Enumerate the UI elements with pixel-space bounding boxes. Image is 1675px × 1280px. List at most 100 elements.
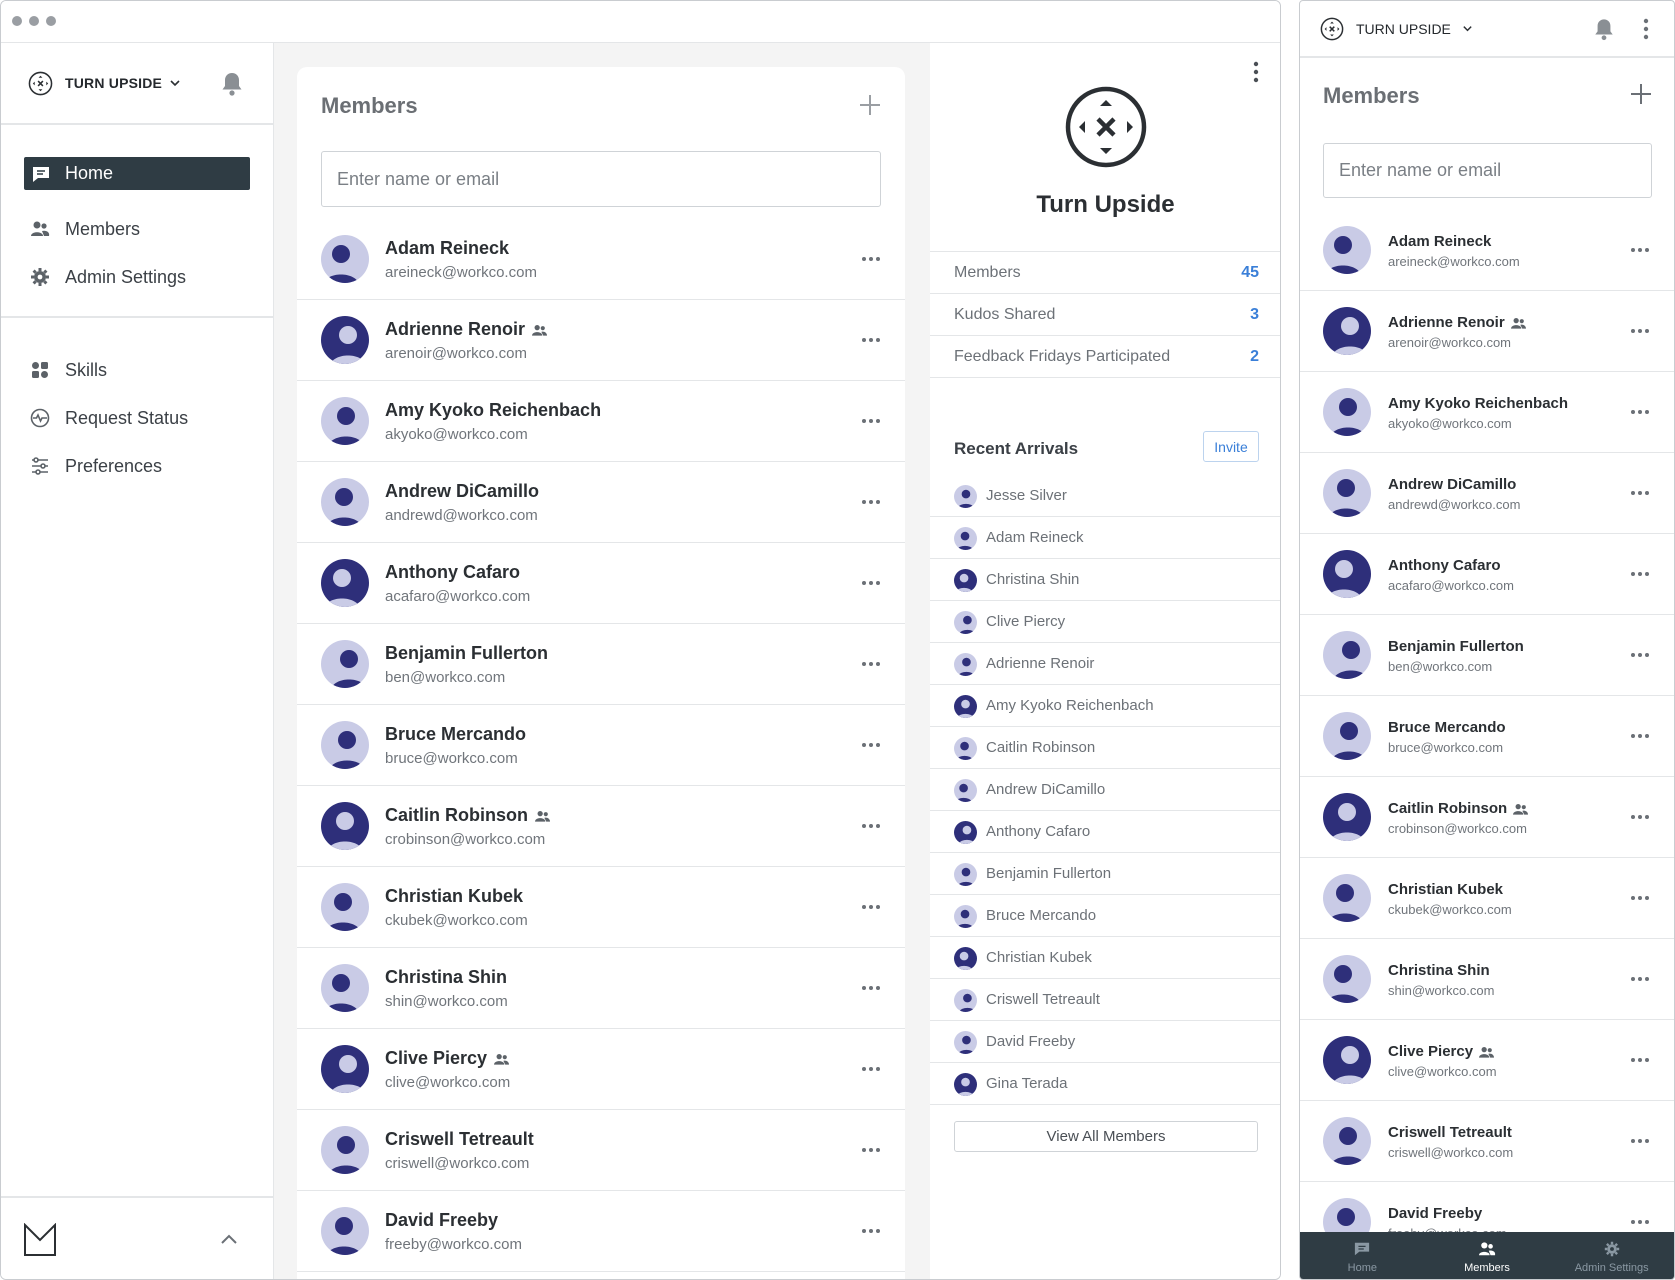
member-row[interactable]: Bruce Mercando bruce@workco.com [297, 705, 905, 786]
arrival-row[interactable]: Criswell Tetreault [930, 979, 1280, 1021]
search-input[interactable] [1323, 143, 1652, 198]
org-switcher[interactable]: TURN UPSIDE [1, 43, 273, 125]
avatar[interactable] [321, 883, 369, 931]
member-row[interactable]: Benjamin Fullerton ben@workco.com [1300, 615, 1674, 696]
member-row[interactable]: Amy Kyoko Reichenbach akyoko@workco.com [1300, 372, 1674, 453]
view-all-members-button[interactable]: View All Members [954, 1121, 1258, 1152]
more-vertical-icon[interactable] [1643, 18, 1649, 40]
more-horizontal-icon[interactable] [859, 895, 883, 919]
member-row[interactable]: Clive Piercy clive@workco.com [1300, 1020, 1674, 1101]
more-horizontal-icon[interactable] [1628, 886, 1652, 910]
avatar[interactable] [1323, 712, 1371, 760]
avatar[interactable] [1323, 1117, 1371, 1165]
arrival-row[interactable]: Benjamin Fullerton [930, 853, 1280, 895]
avatar[interactable] [321, 964, 369, 1012]
avatar[interactable] [1323, 469, 1371, 517]
member-row[interactable]: Adrienne Renoir arenoir@workco.com [297, 300, 905, 381]
avatar[interactable] [321, 1207, 369, 1255]
member-row[interactable]: Criswell Tetreault criswell@workco.com [1300, 1101, 1674, 1182]
more-horizontal-icon[interactable] [1628, 481, 1652, 505]
member-row[interactable]: Adam Reineck areineck@workco.com [1300, 210, 1674, 291]
nav-item-members[interactable]: Members [1, 205, 273, 253]
nav-item-request-status[interactable]: Request Status [1, 394, 273, 442]
arrival-row[interactable]: Adam Reineck [930, 517, 1280, 559]
member-row[interactable]: Amy Kyoko Reichenbach akyoko@workco.com [297, 381, 905, 462]
member-row[interactable]: Adam Reineck areineck@workco.com [297, 219, 905, 300]
member-row[interactable]: Anthony Cafaro acafaro@workco.com [1300, 534, 1674, 615]
arrival-row[interactable]: Gina Terada [930, 1063, 1280, 1105]
avatar[interactable] [1323, 1036, 1371, 1084]
chevron-down-icon[interactable] [1462, 23, 1473, 34]
org-logo-icon[interactable] [1320, 17, 1344, 41]
arrival-row[interactable]: Christian Kubek [930, 937, 1280, 979]
member-row[interactable]: Christian Kubek ckubek@workco.com [297, 867, 905, 948]
stat-value[interactable]: 45 [1241, 264, 1259, 282]
avatar[interactable] [1323, 550, 1371, 598]
avatar[interactable] [1323, 307, 1371, 355]
member-row[interactable]: Caitlin Robinson crobinson@workco.com [1300, 777, 1674, 858]
member-row[interactable]: Bruce Mercando bruce@workco.com [1300, 696, 1674, 777]
more-horizontal-icon[interactable] [859, 733, 883, 757]
more-horizontal-icon[interactable] [1628, 643, 1652, 667]
more-horizontal-icon[interactable] [859, 1138, 883, 1162]
avatar[interactable] [1323, 226, 1371, 274]
more-horizontal-icon[interactable] [1628, 1210, 1652, 1234]
member-row[interactable]: David Freeby freeby@workco.com [297, 1191, 905, 1272]
arrival-row[interactable]: Andrew DiCamillo [930, 769, 1280, 811]
avatar[interactable] [321, 721, 369, 769]
arrival-row[interactable]: Anthony Cafaro [930, 811, 1280, 853]
avatar[interactable] [1323, 388, 1371, 436]
more-horizontal-icon[interactable] [1628, 562, 1652, 586]
nav-item-preferences[interactable]: Preferences [1, 442, 273, 490]
member-row[interactable]: Caitlin Robinson crobinson@workco.com [297, 786, 905, 867]
more-horizontal-icon[interactable] [859, 976, 883, 1000]
member-row[interactable]: Clive Piercy clive@workco.com [297, 1029, 905, 1110]
avatar[interactable] [321, 235, 369, 283]
more-horizontal-icon[interactable] [1628, 400, 1652, 424]
tab-members[interactable]: Members [1425, 1232, 1550, 1279]
more-horizontal-icon[interactable] [859, 814, 883, 838]
avatar[interactable] [1323, 793, 1371, 841]
more-horizontal-icon[interactable] [859, 652, 883, 676]
avatar[interactable] [321, 640, 369, 688]
add-member-button[interactable] [857, 92, 883, 118]
more-horizontal-icon[interactable] [1628, 1129, 1652, 1153]
avatar[interactable] [1323, 874, 1371, 922]
more-horizontal-icon[interactable] [859, 1057, 883, 1081]
org-name[interactable]: TURN UPSIDE [1356, 21, 1451, 37]
more-horizontal-icon[interactable] [859, 1219, 883, 1243]
bell-icon[interactable] [220, 71, 244, 97]
bell-icon[interactable] [1593, 17, 1615, 42]
avatar[interactable] [321, 478, 369, 526]
chevron-up-icon[interactable] [219, 1232, 239, 1246]
avatar[interactable] [1323, 631, 1371, 679]
more-horizontal-icon[interactable] [1628, 724, 1652, 748]
nav-item-skills[interactable]: Skills [1, 346, 273, 394]
arrival-row[interactable]: Adrienne Renoir [930, 643, 1280, 685]
arrival-row[interactable]: Amy Kyoko Reichenbach [930, 685, 1280, 727]
member-row[interactable]: Criswell Tetreault criswell@workco.com [297, 1110, 905, 1191]
arrival-row[interactable]: David Freeby [930, 1021, 1280, 1063]
search-input[interactable] [321, 151, 881, 207]
avatar[interactable] [321, 1126, 369, 1174]
member-row[interactable]: Anthony Cafaro acafaro@workco.com [297, 543, 905, 624]
more-horizontal-icon[interactable] [859, 328, 883, 352]
add-member-button[interactable] [1629, 82, 1653, 106]
stat-value[interactable]: 3 [1250, 306, 1259, 324]
more-horizontal-icon[interactable] [1628, 238, 1652, 262]
more-horizontal-icon[interactable] [859, 490, 883, 514]
nav-item-home[interactable]: Home [24, 157, 250, 190]
arrival-row[interactable]: Caitlin Robinson [930, 727, 1280, 769]
more-horizontal-icon[interactable] [859, 247, 883, 271]
member-row[interactable]: Christina Shin shin@workco.com [297, 948, 905, 1029]
member-row[interactable]: Andrew DiCamillo andrewd@workco.com [1300, 453, 1674, 534]
more-vertical-icon[interactable] [1253, 61, 1259, 83]
avatar[interactable] [321, 397, 369, 445]
tab-home[interactable]: Home [1300, 1232, 1425, 1279]
more-horizontal-icon[interactable] [1628, 805, 1652, 829]
avatar[interactable] [1323, 955, 1371, 1003]
member-row[interactable]: Benjamin Fullerton ben@workco.com [297, 624, 905, 705]
arrival-row[interactable]: Christina Shin [930, 559, 1280, 601]
avatar[interactable] [321, 802, 369, 850]
member-row[interactable]: Andrew DiCamillo andrewd@workco.com [297, 462, 905, 543]
